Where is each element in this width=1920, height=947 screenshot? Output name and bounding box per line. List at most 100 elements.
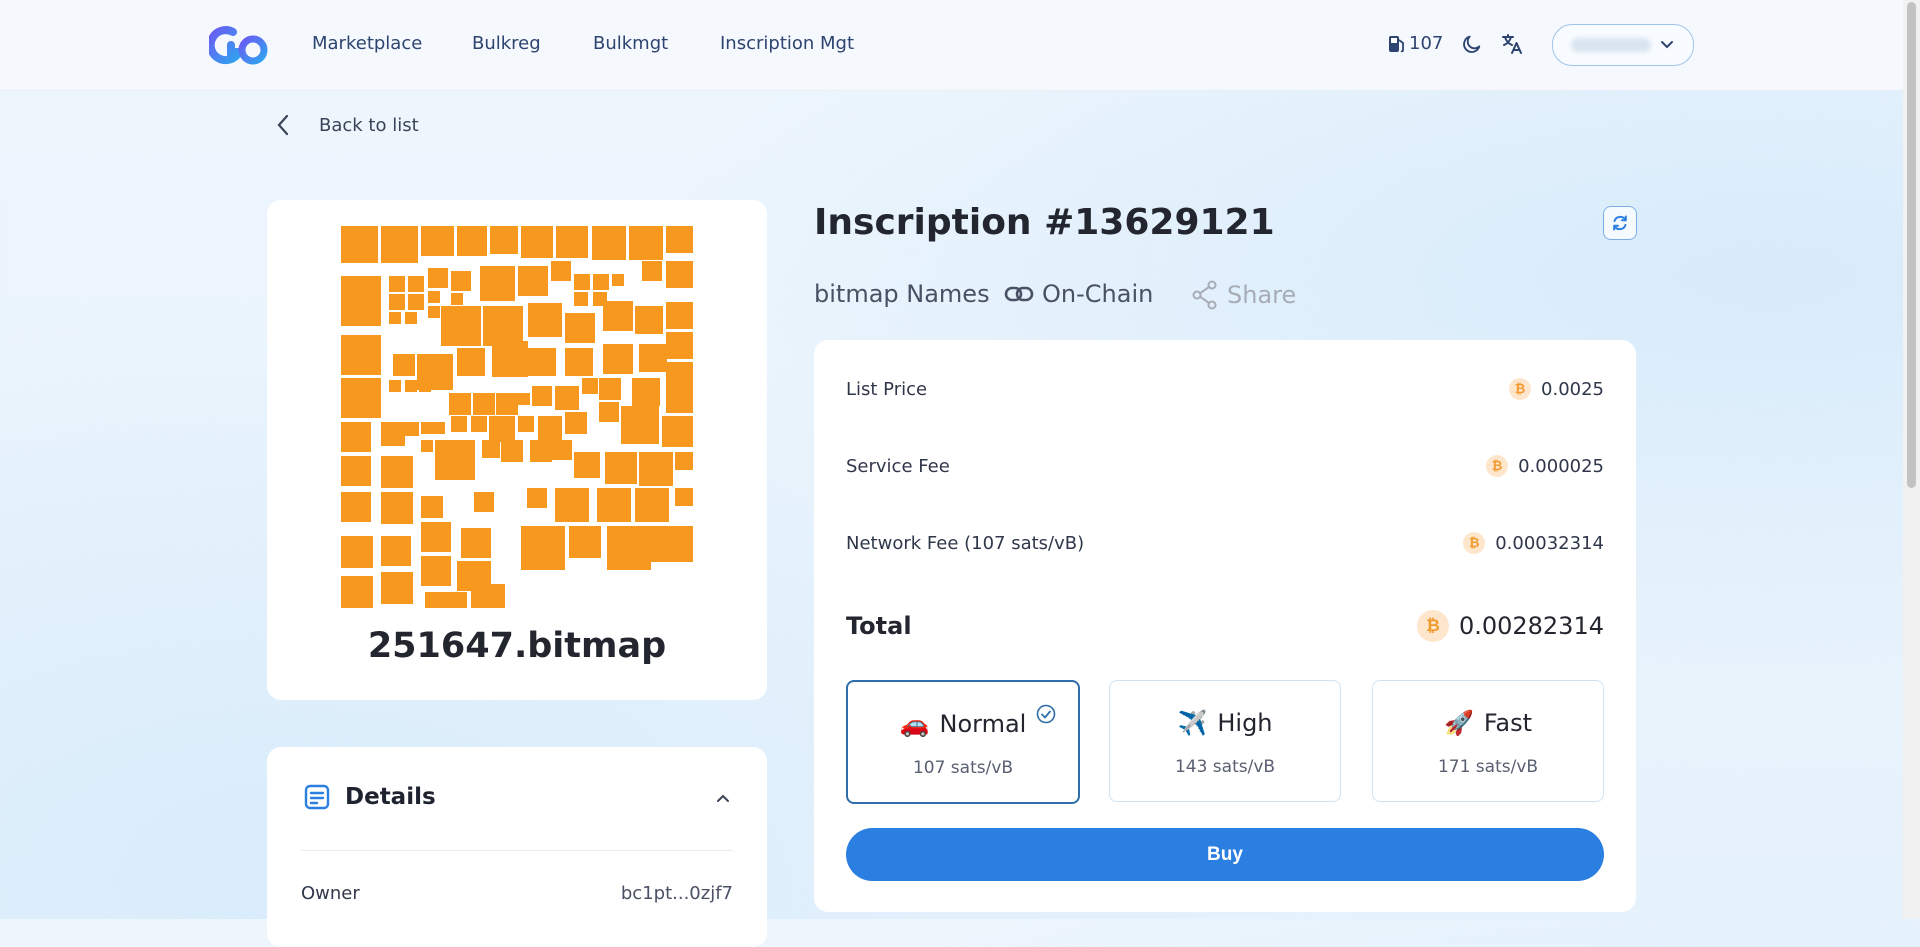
bitmap-block [471, 584, 505, 608]
service-fee-value: 0.000025 [1518, 455, 1604, 477]
bitmap-block [381, 572, 413, 604]
gas-pump-icon [1389, 35, 1404, 52]
details-heading: Details [345, 784, 436, 810]
bitmap-block [556, 226, 588, 258]
top-navigation-bar: Marketplace Bulkreg Bulkmgt Inscription … [0, 0, 1903, 91]
bitmap-block [555, 488, 589, 522]
bitmap-block [666, 226, 693, 253]
bitmap-block [565, 348, 593, 376]
bitmap-block [419, 380, 431, 392]
bitmap-block [421, 522, 451, 552]
chevron-up-icon[interactable] [715, 791, 731, 807]
bitmap-block [527, 488, 547, 508]
bitmap-block [593, 274, 609, 290]
wallet-address-masked [1571, 38, 1651, 52]
details-header[interactable]: Details [303, 783, 436, 811]
bitmap-block [607, 526, 651, 570]
gas-indicator[interactable]: 107 [1388, 33, 1443, 54]
nav-bulkreg[interactable]: Bulkreg [472, 33, 541, 54]
total-row: Total ₿ 0.00282314 [846, 610, 1604, 642]
wallet-button[interactable] [1552, 24, 1694, 66]
fee-option-rate: 143 sats/vB [1174, 757, 1276, 777]
fee-option-normal[interactable]: 🚗 Normal 107 sats/vB [846, 680, 1080, 804]
bitmap-block [528, 348, 556, 376]
nav-bulkmgt[interactable]: Bulkmgt [593, 33, 668, 54]
bitmap-block [449, 393, 471, 415]
bitmap-block [389, 312, 401, 324]
back-label: Back to list [319, 114, 419, 136]
refresh-button[interactable] [1603, 206, 1637, 240]
bitmap-block [639, 344, 667, 372]
network-fee-row: Network Fee (107 sats/vB) ₿ 0.00032314 [846, 532, 1604, 554]
bitmap-block [530, 440, 552, 462]
car-icon: 🚗 [899, 710, 930, 738]
bitmap-block [675, 452, 693, 470]
bitmap-block [632, 378, 660, 406]
on-chain-link[interactable]: On-Chain [1004, 280, 1153, 308]
rocket-icon: 🚀 [1443, 709, 1474, 737]
bitcoin-icon: ₿ [1486, 455, 1509, 477]
bitmap-block [421, 440, 433, 452]
page-title: Inscription #13629121 [814, 202, 1275, 243]
bitmap-block [538, 416, 562, 440]
bitcoin-icon: ₿ [1416, 610, 1449, 642]
bitmap-block [425, 592, 467, 608]
bitmap-block [565, 412, 587, 434]
bitmap-block [501, 440, 523, 462]
list-price-label: List Price [846, 378, 928, 400]
bitmap-block [518, 266, 548, 296]
scrollbar-thumb[interactable] [1907, 2, 1916, 488]
buy-button[interactable]: Buy [846, 828, 1604, 881]
share-icon [1192, 280, 1217, 310]
bitmap-block [389, 276, 405, 292]
collection-name[interactable]: bitmap Names [814, 280, 990, 308]
bitmap-block [421, 556, 451, 586]
inscription-name: 251647.bitmap [367, 626, 667, 666]
bitmap-block [408, 276, 424, 292]
bitmap-block [451, 271, 471, 291]
language-toggle[interactable] [1498, 30, 1526, 58]
gas-value: 107 [1409, 33, 1444, 54]
theme-toggle[interactable] [1458, 30, 1486, 58]
bitmap-block [574, 452, 600, 478]
logo-icon[interactable] [209, 22, 271, 68]
nav-inscription-mgt[interactable]: Inscription Mgt [720, 33, 854, 54]
bitmap-block [642, 261, 662, 281]
fee-option-high[interactable]: ✈️ High 143 sats/vB [1109, 680, 1341, 802]
list-price-row: List Price ₿ 0.0025 [846, 378, 1604, 400]
on-chain-label: On-Chain [1042, 280, 1154, 308]
nav-marketplace[interactable]: Marketplace [312, 33, 422, 54]
share-label: Share [1227, 281, 1297, 309]
bitmap-block [341, 536, 373, 568]
bitmap-block [474, 492, 494, 512]
network-fee-label: Network Fee (107 sats/vB) [846, 532, 1085, 554]
bitmap-block [341, 335, 381, 375]
bitmap-block [341, 276, 381, 326]
bitmap-block [428, 268, 448, 288]
bitmap-block [405, 312, 417, 324]
bitmap-block [555, 386, 579, 410]
bitmap-block [666, 302, 693, 329]
bitmap-block [621, 406, 659, 444]
bitmap-block [405, 380, 417, 392]
bitmap-block [528, 303, 562, 337]
bitmap-block [605, 452, 637, 484]
service-fee-row: Service Fee ₿ 0.000025 [846, 455, 1604, 477]
chevron-down-icon [1661, 41, 1673, 49]
bitmap-block [552, 440, 572, 460]
owner-address[interactable]: bc1pt...0zjf7 [621, 883, 733, 904]
bitmap-block [492, 341, 528, 377]
fee-option-fast[interactable]: 🚀 Fast 171 sats/vB [1372, 680, 1604, 802]
bitmap-block [389, 294, 405, 310]
back-to-list-link[interactable]: Back to list [276, 114, 419, 136]
bitmap-block [666, 332, 693, 359]
bitmap-block [532, 386, 552, 406]
scrollbar[interactable] [1903, 0, 1920, 919]
bitmap-block [666, 386, 693, 413]
divider [301, 850, 733, 851]
network-fee-value: 0.00032314 [1495, 532, 1604, 554]
bitmap-block [473, 393, 495, 415]
bitmap-block [489, 416, 515, 442]
document-icon [304, 784, 330, 810]
share-button[interactable]: Share [1191, 280, 1296, 310]
